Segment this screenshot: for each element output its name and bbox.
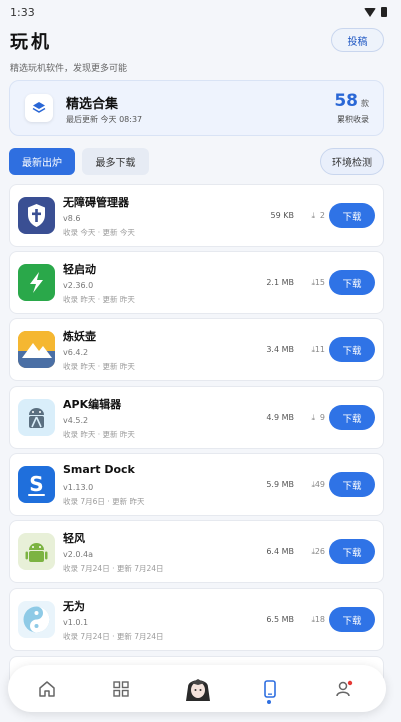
list-item[interactable]: 无障碍管理器 v8.6 收录 今天 · 更新 今天 59 KB ⤓ 2 下载 [9, 184, 384, 247]
app-size: 59 KB [270, 211, 294, 220]
app-version: v6.4.2 [63, 348, 89, 357]
tab-latest[interactable]: 最新出炉 [9, 148, 75, 175]
status-time: 1:33 [10, 5, 35, 19]
app-dates: 收录 昨天 · 更新 昨天 [63, 430, 135, 439]
app-version: v2.0.4a [63, 550, 93, 559]
submit-button[interactable]: 投稿 [331, 28, 384, 52]
download-button[interactable]: 下载 [329, 337, 375, 362]
download-count-icon: ⤓ [311, 413, 315, 422]
collection-count-label: 累积收录 [337, 115, 369, 124]
list-item[interactable]: 轻风 v2.0.4a 收录 7月24日 · 更新 7月24日 6.4 MB ⤓ … [9, 520, 384, 583]
status-icons [364, 7, 387, 17]
app-name: 无障碍管理器 [63, 196, 129, 209]
app-version: v4.5.2 [63, 416, 89, 425]
download-button[interactable]: 下载 [329, 270, 375, 295]
profile-icon[interactable] [331, 676, 357, 702]
download-count: 26 [314, 547, 325, 556]
download-button[interactable]: 下载 [329, 203, 375, 228]
header: 玩机 精选玩机软件，发现更多可能 投稿 [10, 28, 390, 74]
download-button[interactable]: 下载 [329, 472, 375, 497]
app-size: 5.9 MB [266, 480, 294, 489]
app-version: v1.13.0 [63, 483, 94, 492]
app-dates: 收录 7月24日 · 更新 7月24日 [63, 564, 164, 573]
collection-stats: 58 款 累积收录 [334, 91, 369, 125]
app-name: 无为 [63, 600, 85, 613]
download-count: 11 [314, 345, 325, 354]
grid-icon[interactable] [108, 676, 134, 702]
app-size: 4.9 MB [266, 413, 294, 422]
smart-dock-icon: S [18, 466, 55, 503]
battery-icon [381, 7, 387, 17]
phone-icon[interactable] [257, 676, 283, 702]
mountain-icon [18, 331, 55, 368]
svg-text:S: S [29, 472, 43, 496]
android-robot-icon [18, 533, 55, 570]
download-button[interactable]: 下载 [329, 539, 375, 564]
app-dates: 收录 7月24日 · 更新 7月24日 [63, 632, 164, 641]
app-version: v8.6 [63, 214, 81, 223]
list-item[interactable]: 轻启动 v2.36.0 收录 昨天 · 更新 昨天 2.1 MB ⤓ 15 下载 [9, 251, 384, 314]
app-dates: 收录 今天 · 更新 今天 [63, 228, 135, 237]
list-item[interactable]: APK编辑器 v4.5.2 收录 昨天 · 更新 昨天 4.9 MB ⤓ 9 下… [9, 386, 384, 449]
app-size: 6.5 MB [266, 615, 294, 624]
layers-icon [25, 94, 53, 122]
avatar[interactable] [183, 673, 213, 705]
download-count: 49 [314, 480, 325, 489]
app-dates: 收录 7月6日 · 更新 昨天 [63, 497, 145, 506]
app-version: v1.0.1 [63, 618, 89, 627]
download-count: 2 [319, 211, 325, 220]
app-name: 轻启动 [63, 263, 96, 276]
collection-updated: 最后更新 今天 08:37 [66, 115, 143, 124]
download-button[interactable]: 下载 [329, 607, 375, 632]
tab-most-downloaded[interactable]: 最多下载 [82, 148, 149, 175]
app-name: Smart Dock [63, 463, 135, 476]
lightning-icon [18, 264, 55, 301]
collection-title: 精选合集 [66, 97, 119, 112]
app-size: 2.1 MB [266, 278, 294, 287]
download-count-icon: ⤓ [311, 211, 315, 220]
collection-card[interactable]: 精选合集 最后更新 今天 08:37 58 款 累积收录 [9, 80, 384, 136]
download-button[interactable]: 下载 [329, 405, 375, 430]
home-icon[interactable] [34, 676, 60, 702]
status-bar: 1:33 [0, 0, 401, 24]
app-size: 6.4 MB [266, 547, 294, 556]
list-item[interactable]: 无为 v1.0.1 收录 7月24日 · 更新 7月24日 6.5 MB ⤓ 1… [9, 588, 384, 651]
app-dates: 收录 昨天 · 更新 昨天 [63, 295, 135, 304]
app-version: v2.36.0 [63, 281, 94, 290]
bottom-nav [8, 665, 386, 712]
list-item[interactable]: S Smart Dock v1.13.0 收录 7月6日 · 更新 昨天 5.9… [9, 453, 384, 516]
download-count: 9 [319, 413, 325, 422]
app-name: 轻风 [63, 532, 85, 545]
android-tools-icon [18, 399, 55, 436]
app-name: 炼妖壶 [63, 330, 96, 343]
page-subtitle: 精选玩机软件，发现更多可能 [10, 64, 128, 74]
app-dates: 收录 昨天 · 更新 昨天 [63, 362, 135, 371]
list-item[interactable]: 炼妖壶 v6.4.2 收录 昨天 · 更新 昨天 3.4 MB ⤓ 11 下载 [9, 318, 384, 381]
app-size: 3.4 MB [266, 345, 294, 354]
shield-cross-icon [18, 197, 55, 234]
collection-count: 58 [334, 91, 358, 111]
download-count: 18 [314, 615, 325, 624]
collection-count-unit: 款 [361, 99, 369, 108]
app-name: APK编辑器 [63, 398, 122, 411]
env-check-button[interactable]: 环境检测 [320, 148, 384, 175]
wifi-icon [364, 7, 376, 17]
download-count: 15 [314, 278, 325, 287]
yin-yang-icon [18, 601, 55, 638]
active-indicator [267, 700, 271, 704]
